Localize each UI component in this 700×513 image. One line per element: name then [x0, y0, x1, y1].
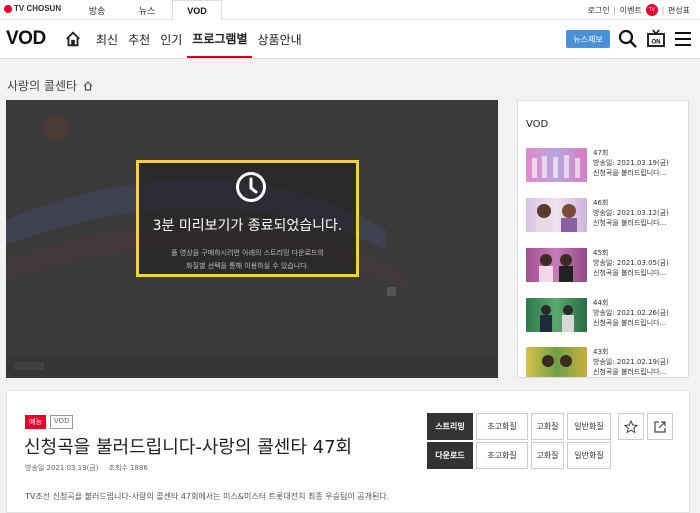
list-item[interactable]: 44회 방송일: 2021.02.26(금) 신청곡을 불러드립니다... — [526, 298, 686, 334]
video-player[interactable]: 3분 미리보기가 종료되었습니다. 풀 영상을 구매하시려면 아래의 스트리밍 … — [6, 100, 498, 378]
vod-logo[interactable]: VOD — [6, 28, 46, 50]
brand-logo[interactable]: TV CHOSUN — [4, 4, 61, 13]
episode-date: 방송일: 2021.03.19(금) — [593, 159, 669, 167]
episode-thumbnail[interactable] — [526, 198, 587, 232]
menu-latest[interactable]: 최신 — [91, 20, 123, 58]
episode-badges: 예능 VOD — [25, 415, 74, 429]
episode-main-title: 신청곡을 불러드립니다-사랑의 콜센타 47회 — [24, 437, 353, 458]
type-badge: VOD — [49, 415, 74, 429]
episode-info: 46회 방송일: 2021.03.12(금) 신청곡을 불러드립니다... — [593, 198, 688, 228]
login-link[interactable]: 로그인 — [588, 5, 610, 16]
tab-vod[interactable]: VOD — [172, 0, 222, 21]
streaming-options: 스트리밍 초고화질 고화질 일반화질 — [427, 413, 611, 440]
episode-number: 43회 — [593, 348, 609, 356]
download-sd-button[interactable]: 일반화질 — [567, 442, 611, 469]
episode-info: 44회 방송일: 2021.02.26(금) 신청곡을 불러드립니다... — [593, 298, 688, 328]
player-control-square[interactable] — [387, 287, 396, 296]
main-menu: 최신 추천 인기 프로그램별 상품안내 — [91, 20, 307, 59]
top-strip: TV CHOSUN 방송 뉴스 VOD 로그인 | 이벤트 TV | 편성표 — [0, 0, 700, 21]
breadcrumb: 사랑의 콜센타 — [7, 77, 93, 94]
episode-thumbnail[interactable] — [526, 248, 587, 282]
episode-info-panel: 예능 VOD 신청곡을 불러드립니다-사랑의 콜센타 47회 방송일 2021.… — [6, 390, 690, 513]
episode-title[interactable]: 신청곡을 불러드립니다... — [593, 218, 688, 228]
svg-text:ON: ON — [652, 40, 661, 46]
list-item[interactable]: 45회 방송일: 2021.03.05(금) 신청곡을 불러드립니다... — [526, 248, 686, 284]
menu-by-program[interactable]: 프로그램별 — [187, 20, 253, 58]
genre-badge: 예능 — [25, 415, 46, 429]
episode-description: TV조선 신청곡을 불러드립니다-사랑의 콜센타 47회에서는 미스&미스터 트… — [25, 492, 390, 501]
streaming-sd-button[interactable]: 일반화질 — [567, 413, 611, 440]
news-report-button[interactable]: 뉴스제보 — [566, 30, 610, 48]
episode-thumbnail[interactable] — [526, 148, 587, 182]
episode-number: 44회 — [593, 299, 609, 307]
streaming-hd-button[interactable]: 고화질 — [531, 413, 564, 440]
episode-title[interactable]: 신청곡을 불러드립니다... — [593, 168, 688, 178]
home-small-icon[interactable] — [83, 80, 93, 91]
program-title[interactable]: 사랑의 콜센타 — [7, 77, 77, 94]
download-label-button[interactable]: 다운로드 — [427, 442, 473, 469]
list-item[interactable]: 43회 방송일: 2021.02.19(금) 신청곡을 불러드립니다... — [526, 347, 688, 377]
favorite-button[interactable] — [618, 413, 644, 440]
vod-list-title: VOD — [526, 119, 549, 130]
schedule-link[interactable]: 편성표 — [668, 5, 690, 16]
tab-broadcast[interactable]: 방송 — [72, 0, 122, 20]
streaming-label-button[interactable]: 스트리밍 — [427, 413, 473, 440]
list-item[interactable]: 47회 방송일: 2021.03.19(금) 신청곡을 불러드립니다... — [526, 148, 686, 184]
utility-links: 로그인 | 이벤트 TV | 편성표 — [588, 0, 690, 20]
brand-name: TV CHOSUN — [14, 4, 62, 13]
view-count: 조회수 1886 — [108, 464, 148, 472]
episode-title[interactable]: 신청곡을 불러드립니다... — [593, 367, 688, 377]
tab-news[interactable]: 뉴스 — [122, 0, 172, 20]
main-nav: VOD 최신 추천 인기 프로그램별 상품안내 뉴스제보 ON — [0, 20, 700, 59]
top-tabs: 방송 뉴스 VOD — [72, 0, 222, 21]
streaming-ultra-hd-button[interactable]: 초고화질 — [476, 413, 528, 440]
util-separator: | — [661, 5, 664, 15]
episode-title[interactable]: 신청곡을 불러드립니다... — [593, 268, 688, 278]
menu-popular[interactable]: 인기 — [155, 20, 187, 58]
vod-episode-list: VOD 47회 방송일: 2021.03.19(금) 신청곡을 불러드립니다..… — [517, 100, 689, 378]
episode-date: 방송일: 2021.03.12(금) — [593, 209, 669, 217]
menu-product-info[interactable]: 상품안내 — [252, 20, 306, 58]
search-icon[interactable] — [618, 29, 638, 49]
episode-number: 47회 — [593, 149, 609, 157]
home-icon[interactable] — [64, 30, 82, 48]
tv-on-icon[interactable]: ON — [646, 29, 666, 49]
episode-title[interactable]: 신청곡을 불러드립니다... — [593, 318, 688, 328]
event-link[interactable]: 이벤트 — [620, 5, 642, 16]
share-icon — [654, 420, 666, 433]
episode-info: 45회 방송일: 2021.03.05(금) 신청곡을 불러드립니다... — [593, 248, 688, 278]
share-button[interactable] — [647, 413, 673, 440]
notice-description: 풀 영상을 구매하시려면 아래의 스트리밍 다운로드의 화질별 선택을 통해 이… — [139, 247, 356, 273]
episode-number: 46회 — [593, 199, 609, 207]
download-options: 다운로드 초고화질 고화질 일반화질 — [427, 442, 611, 469]
util-separator: | — [613, 5, 616, 15]
clock-icon — [236, 172, 266, 202]
menu-recommend[interactable]: 추천 — [123, 20, 155, 58]
air-date: 방송일 2021.03.19(금) — [25, 464, 99, 472]
event-badge-icon: TV — [645, 4, 658, 16]
episode-date: 방송일: 2021.02.26(금) — [593, 309, 669, 317]
notice-title: 3분 미리보기가 종료되었습니다. — [152, 218, 343, 234]
brand-dot-icon — [4, 4, 12, 13]
notice-line-2: 화질별 선택을 통해 이용하실 수 있습니다. — [186, 262, 309, 270]
episode-date: 방송일: 2021.02.19(금) — [593, 358, 669, 366]
episode-info: 47회 방송일: 2021.03.19(금) 신청곡을 불러드립니다... — [593, 148, 688, 178]
episode-thumbnail[interactable] — [526, 298, 587, 332]
episode-info: 43회 방송일: 2021.02.19(금) 신청곡을 불러드립니다... — [593, 347, 688, 377]
notice-line-1: 풀 영상을 구매하시려면 아래의 스트리밍 다운로드의 — [171, 249, 324, 257]
download-hd-button[interactable]: 고화질 — [531, 442, 564, 469]
episode-thumbnail[interactable] — [526, 347, 587, 377]
list-item[interactable]: 46회 방송일: 2021.03.12(금) 신청곡을 불러드립니다... — [526, 198, 686, 234]
star-icon — [624, 419, 638, 434]
episode-meta: 방송일 2021.03.19(금) 조회수 1886 — [25, 463, 148, 473]
hamburger-menu-icon[interactable] — [673, 29, 693, 49]
episode-date: 방송일: 2021.03.05(금) — [593, 259, 669, 267]
episode-number: 45회 — [593, 249, 609, 257]
preview-ended-notice: 3분 미리보기가 종료되었습니다. 풀 영상을 구매하시려면 아래의 스트리밍 … — [136, 160, 359, 277]
download-ultra-hd-button[interactable]: 초고화질 — [476, 442, 528, 469]
